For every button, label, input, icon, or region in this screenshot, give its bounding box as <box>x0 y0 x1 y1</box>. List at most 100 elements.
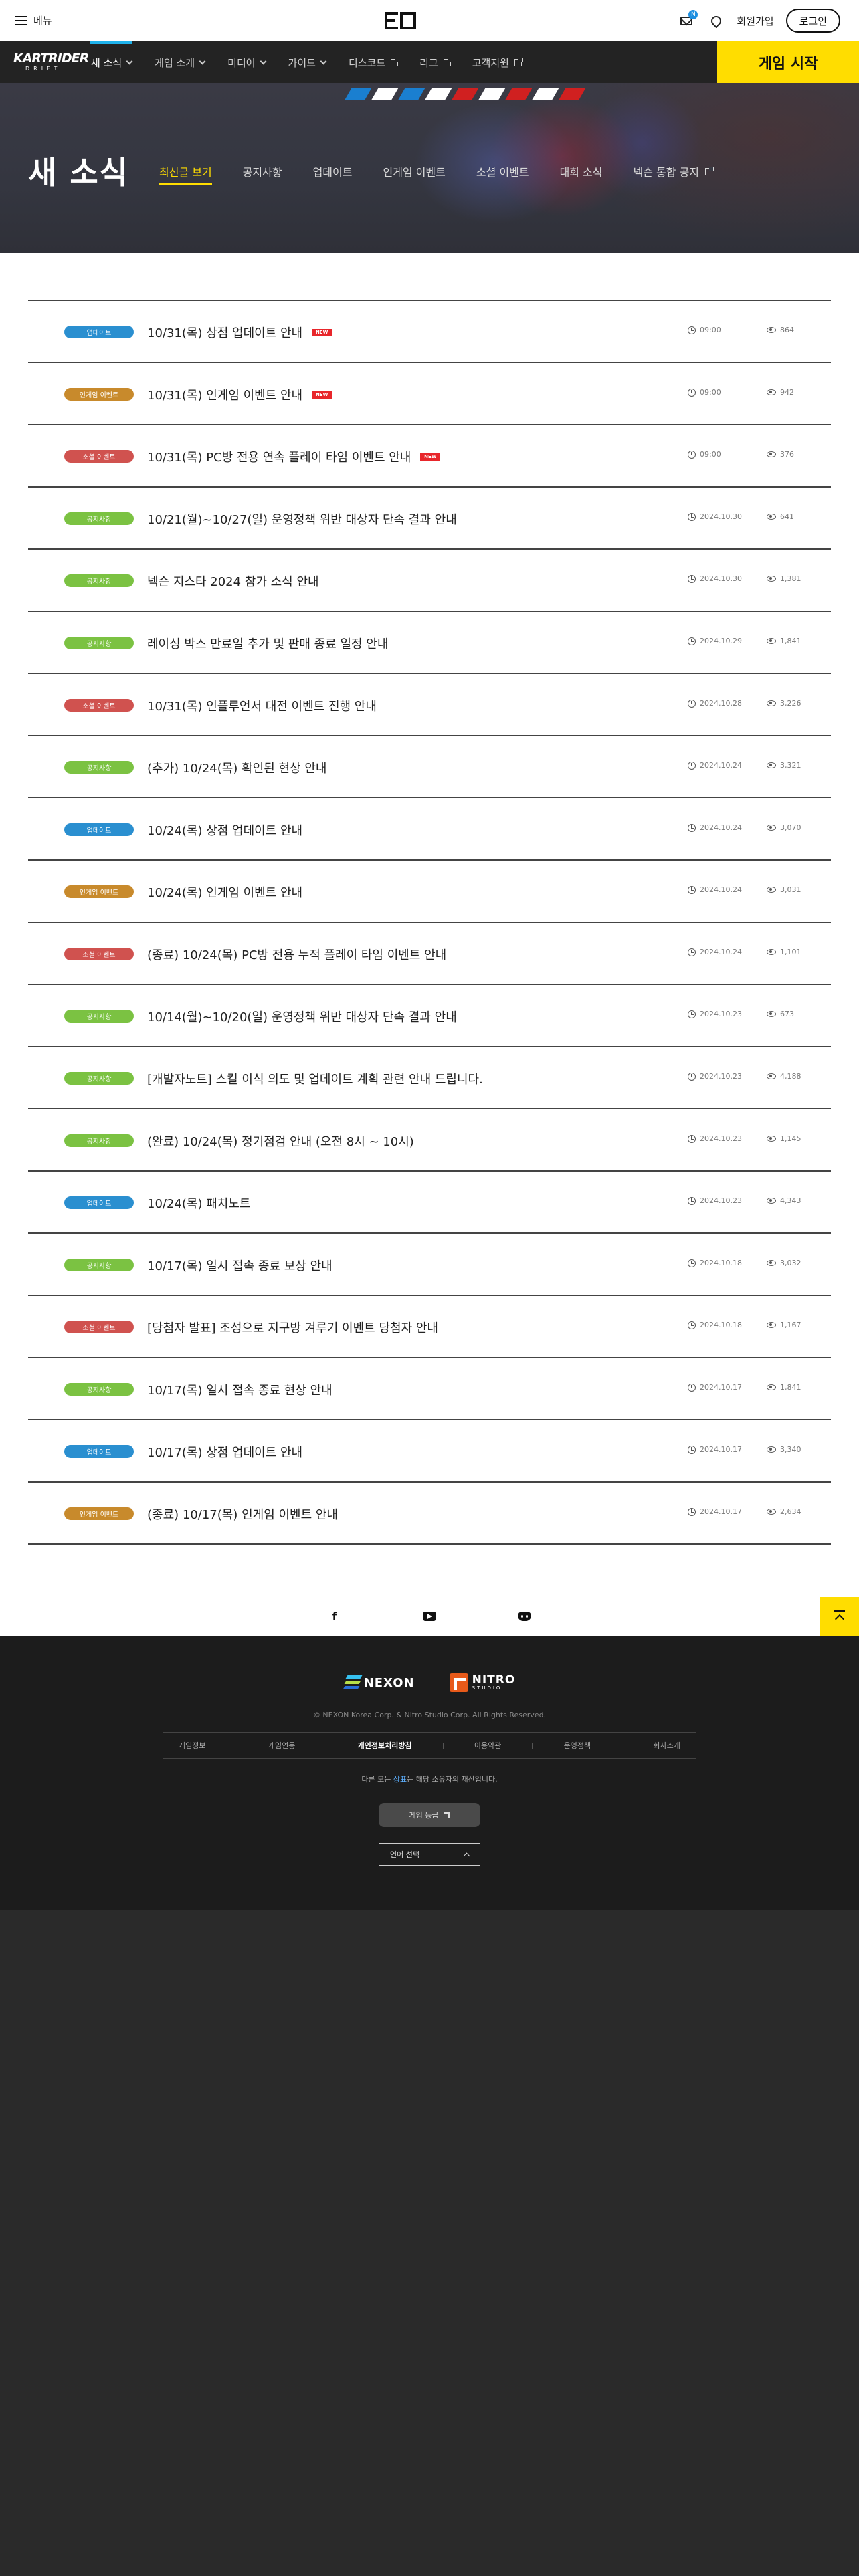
new-badge: NEW <box>420 453 441 461</box>
post-row[interactable]: 공지사항 10/14(월)~10/20(일) 운영정책 위반 대상자 단속 결과 … <box>28 985 831 1047</box>
nav-item-guide[interactable]: 가이드 <box>278 41 338 83</box>
nav-item-game-intro[interactable]: 게임 소개 <box>144 41 217 83</box>
nav-item-media[interactable]: 미디어 <box>217 41 277 83</box>
post-title[interactable]: 10/14(월)~10/20(일) 운영정책 위반 대상자 단속 결과 안내 <box>147 1008 457 1025</box>
views-text: 3,032 <box>780 1259 801 1267</box>
post-row[interactable]: 공지사항 넥슨 지스타 2024 참가 소식 안내 2024.10.30 1,381 <box>28 550 831 612</box>
location-button[interactable] <box>707 12 725 29</box>
eye-icon <box>767 514 776 520</box>
post-title[interactable]: [개발자노트] 스킬 이식 의도 및 업데이트 계획 관련 안내 드립니다. <box>147 1070 483 1087</box>
post-title[interactable]: (종료) 10/17(목) 인게임 이벤트 안내 <box>147 1505 338 1523</box>
brand-line1: KARTRIDER <box>13 51 89 66</box>
divider <box>532 1742 533 1749</box>
game-rating-button[interactable]: 게임 등급 <box>379 1803 480 1827</box>
post-title[interactable]: 10/17(목) 일시 접속 종료 현상 안내 <box>147 1381 332 1398</box>
post-row[interactable]: 업데이트 10/31(목) 상점 업데이트 안내 NEW 09:00 864 <box>28 301 831 363</box>
tab-social-event[interactable]: 소셜 이벤트 <box>476 159 529 183</box>
date-text: 2024.10.17 <box>700 1507 742 1516</box>
tab-notice[interactable]: 공지사항 <box>243 159 282 183</box>
post-row[interactable]: 공지사항 [개발자노트] 스킬 이식 의도 및 업데이트 계획 관련 안내 드립니… <box>28 1047 831 1109</box>
clock-icon <box>688 1072 696 1081</box>
post-title[interactable]: 10/24(목) 인게임 이벤트 안내 <box>147 883 302 901</box>
post-title[interactable]: 10/31(목) 인플루언서 대전 이벤트 진행 안내 <box>147 697 377 714</box>
post-title[interactable]: (추가) 10/24(목) 확인된 현상 안내 <box>147 759 326 776</box>
login-button[interactable]: 로그인 <box>785 9 840 33</box>
tab-ingame-event[interactable]: 인게임 이벤트 <box>383 159 445 183</box>
post-row[interactable]: 업데이트 10/24(목) 상점 업데이트 안내 2024.10.24 3,070 <box>28 798 831 861</box>
post-row[interactable]: 공지사항 10/17(목) 일시 접속 종료 현상 안내 2024.10.17 1,8… <box>28 1358 831 1420</box>
eye-icon <box>767 1260 776 1266</box>
notification-badge: N <box>688 10 698 19</box>
eye-icon <box>767 1136 776 1142</box>
rating-label: 게임 등급 <box>409 1811 439 1820</box>
post-title[interactable]: 10/31(목) 인게임 이벤트 안내 <box>147 386 302 403</box>
clock-icon <box>688 1196 696 1205</box>
nav-item-league[interactable]: 리그 <box>409 41 462 83</box>
tab-tournament[interactable]: 대회 소식 <box>560 159 603 183</box>
views-text: 1,167 <box>780 1321 801 1329</box>
tab-latest[interactable]: 최신글 보기 <box>159 159 212 185</box>
post-views: 864 <box>767 326 794 334</box>
post-row[interactable]: 인게임 이벤트 10/31(목) 인게임 이벤트 안내 NEW 09:00 942 <box>28 363 831 425</box>
game-start-button[interactable]: 게임 시작 <box>717 41 859 83</box>
footer-link[interactable]: 이용약관 <box>474 1740 501 1751</box>
facebook-icon[interactable]: f <box>327 1609 342 1624</box>
external-link-icon <box>443 57 452 66</box>
mail-button[interactable]: N <box>678 10 698 29</box>
nav-item-label: 고객지원 <box>472 56 509 69</box>
post-date: 2024.10.17 <box>688 1507 742 1516</box>
menu-button[interactable]: 메뉴 <box>15 13 52 27</box>
post-title[interactable]: [당첨자 발표] 조성으로 지구방 겨루기 이벤트 당첨자 안내 <box>147 1319 438 1336</box>
kartrider-logo[interactable]: KARTRIDER DRIFT <box>13 51 89 74</box>
post-title[interactable]: (종료) 10/24(목) PC방 전용 누적 플레이 타임 이벤트 안내 <box>147 946 446 963</box>
discord-icon-button[interactable] <box>517 1609 532 1624</box>
clock-icon <box>688 1134 696 1143</box>
post-row[interactable]: 인게임 이벤트 10/24(목) 인게임 이벤트 안내 2024.10.24 3,03… <box>28 861 831 923</box>
post-row[interactable]: 인게임 이벤트 (종료) 10/17(목) 인게임 이벤트 안내 2024.10.1… <box>28 1483 831 1545</box>
youtube-icon-button[interactable] <box>422 1609 437 1624</box>
post-title[interactable]: 10/31(목) PC방 전용 연속 플레이 타임 이벤트 안내 <box>147 448 411 465</box>
post-title[interactable]: 10/31(목) 상점 업데이트 안내 <box>147 324 302 341</box>
post-row[interactable]: 업데이트 10/17(목) 상점 업데이트 안내 2024.10.17 3,340 <box>28 1420 831 1483</box>
language-select[interactable]: 언어 선택 <box>379 1843 480 1866</box>
post-row[interactable]: 공지사항 10/17(목) 일시 접속 종료 보상 안내 2024.10.18 3,0… <box>28 1234 831 1296</box>
post-row[interactable]: 공지사항 레이싱 박스 만료일 추가 및 판매 종료 일정 안내 2024.10.2… <box>28 612 831 674</box>
post-title[interactable]: 레이싱 박스 만료일 추가 및 판매 종료 일정 안내 <box>147 635 388 652</box>
post-row[interactable]: 업데이트 10/24(목) 패치노트 2024.10.23 4,343 <box>28 1172 831 1234</box>
post-title[interactable]: 10/17(목) 상점 업데이트 안내 <box>147 1443 302 1461</box>
scroll-to-top-button[interactable] <box>820 1597 859 1636</box>
tab-nexon-notice[interactable]: 넥슨 통합 공지 <box>634 159 714 183</box>
post-row[interactable]: 소셜 이벤트 [당첨자 발표] 조성으로 지구방 겨루기 이벤트 당첨자 안내 20… <box>28 1296 831 1358</box>
date-text: 2024.10.24 <box>700 823 742 832</box>
signup-link[interactable]: 회원가입 <box>737 14 773 28</box>
eye-icon <box>767 949 776 955</box>
post-title[interactable]: 10/21(월)~10/27(일) 운영정책 위반 대상자 단속 결과 안내 <box>147 510 457 528</box>
footer-link[interactable]: 게임정보 <box>179 1740 205 1751</box>
nitro-studio-logo[interactable]: NITRO STUDIO <box>449 1673 516 1692</box>
post-title[interactable]: 10/17(목) 일시 접속 종료 보상 안내 <box>147 1257 332 1274</box>
nav-item-discord[interactable]: 디스코드 <box>338 41 409 83</box>
post-row[interactable]: 공지사항 (완료) 10/24(목) 정기점검 안내 (오전 8시 ~ 10시) 2… <box>28 1109 831 1172</box>
footer-link[interactable]: 게임연동 <box>268 1740 295 1751</box>
nav-item-news[interactable]: 새 소식 <box>80 41 144 83</box>
post-title[interactable]: 10/24(목) 패치노트 <box>147 1194 250 1212</box>
post-row[interactable]: 소셜 이벤트 10/31(목) 인플루언서 대전 이벤트 진행 안내 2024.10… <box>28 674 831 736</box>
post-title[interactable]: 넥슨 지스타 2024 참가 소식 안내 <box>147 572 319 590</box>
tab-update[interactable]: 업데이트 <box>313 159 353 183</box>
post-row[interactable]: 소셜 이벤트 (종료) 10/24(목) PC방 전용 누적 플레이 타임 이벤트… <box>28 923 831 985</box>
footer-link[interactable]: 운영정책 <box>564 1740 591 1751</box>
post-views: 1,841 <box>767 637 801 645</box>
site-logo[interactable] <box>385 12 417 29</box>
date-text: 2024.10.28 <box>700 699 742 708</box>
footer-link[interactable]: 회사소개 <box>653 1740 680 1751</box>
post-row[interactable]: 소셜 이벤트 10/31(목) PC방 전용 연속 플레이 타임 이벤트 안내 NE… <box>28 425 831 488</box>
post-row[interactable]: 공지사항 10/21(월)~10/27(일) 운영정책 위반 대상자 단속 결과 … <box>28 488 831 550</box>
post-row[interactable]: 공지사항 (추가) 10/24(목) 확인된 현상 안내 2024.10.24 3,3… <box>28 736 831 798</box>
trademark-link[interactable]: 상표 <box>393 1775 407 1784</box>
post-title[interactable]: 10/24(목) 상점 업데이트 안내 <box>147 821 302 839</box>
post-title[interactable]: (완료) 10/24(목) 정기점검 안내 (오전 8시 ~ 10시) <box>147 1132 414 1150</box>
nav-item-support[interactable]: 고객지원 <box>462 41 533 83</box>
footer-link[interactable]: 개인정보처리방침 <box>358 1740 412 1751</box>
nexon-logo[interactable]: NEXON <box>343 1675 415 1690</box>
post-date: 2024.10.24 <box>688 885 742 894</box>
